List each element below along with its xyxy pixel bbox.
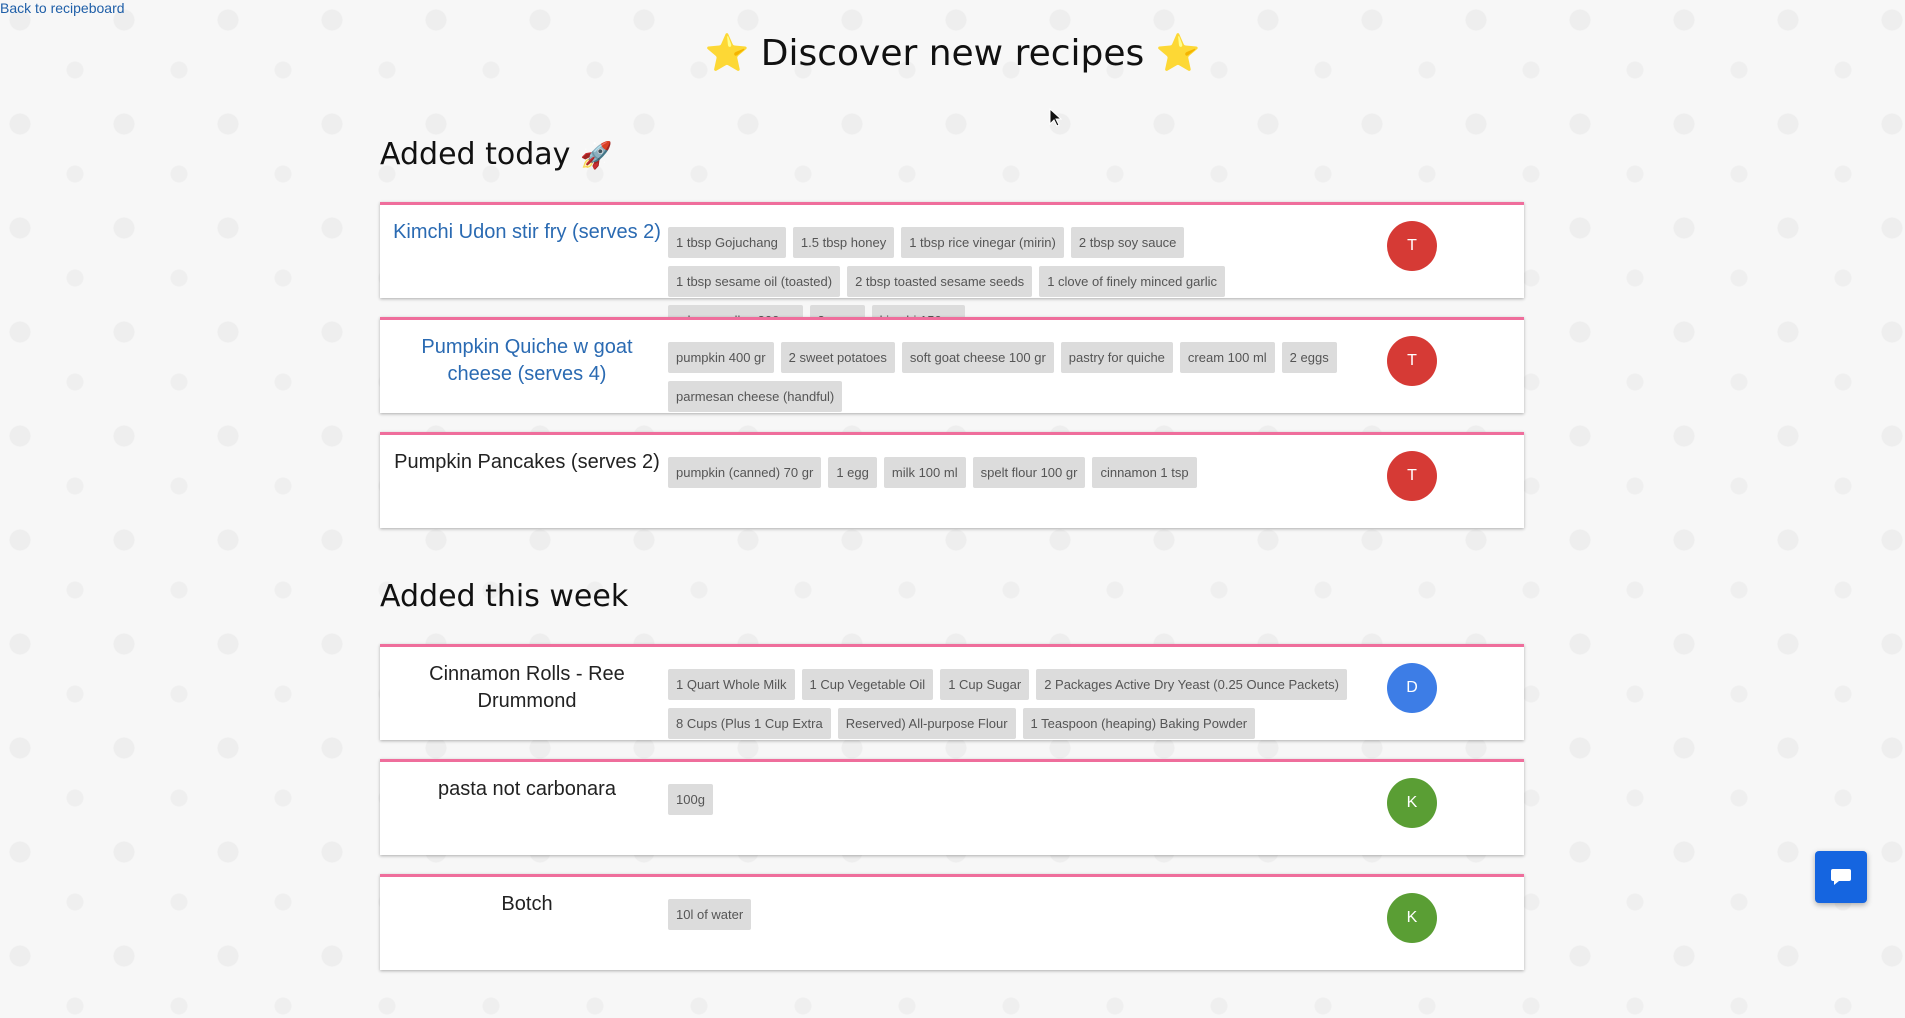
ingredient-tag: spelt flour 100 gr (972, 457, 1086, 488)
ingredient-tag: pumpkin 400 gr (668, 342, 774, 373)
ingredient-tags: pumpkin (canned) 70 gr 1 egg milk 100 ml sp… (668, 457, 1358, 488)
star-icon-left: ⭐ (704, 33, 750, 74)
ingredient-tag: 2 eggs (1281, 342, 1337, 373)
recipe-card: Cinnamon Rolls - Ree Drummond 1 Quart Who… (380, 644, 1524, 740)
author-avatar[interactable]: D (1387, 663, 1437, 713)
ingredient-tag: 2 tbsp toasted sesame seeds (847, 266, 1033, 297)
recipe-card: Pumpkin Pancakes (serves 2) pumpkin (cann… (380, 432, 1524, 528)
ingredient-tags: 1 Quart Whole Milk 1 Cup Vegetable Oil 1 C… (668, 669, 1358, 739)
ingredient-tag: 1 tbsp Gojuchang (668, 227, 786, 258)
recipe-card: pasta not carbonara 100g K (380, 759, 1524, 855)
ingredient-tag: 8 Cups (Plus 1 Cup Extra (668, 708, 831, 739)
section-title: Added today 🚀 (380, 134, 1524, 176)
ingredient-tag: 10l of water (668, 899, 752, 930)
recipe-section: Added this week Cinnamon Rolls - Ree Drum… (380, 576, 1524, 970)
ingredient-tag: pumpkin (canned) 70 gr (668, 457, 822, 488)
star-icon-right: ⭐ (1155, 33, 1201, 74)
author-avatar[interactable]: T (1387, 221, 1437, 271)
ingredient-tag: 1 Cup Vegetable Oil (801, 669, 934, 700)
ingredient-tag: 1 tbsp rice vinegar (mirin) (901, 227, 1064, 258)
recipe-title: Botch (501, 893, 553, 915)
recipe-card: Pumpkin Quiche w goat cheese (serves 4) p… (380, 317, 1524, 413)
ingredient-tag: 100g (668, 784, 713, 815)
recipe-card: Kimchi Udon stir fry (serves 2) 1 tbsp Go… (380, 202, 1524, 336)
ingredient-tag: pastry for quiche (1060, 342, 1173, 373)
ingredient-tag: 1 egg (828, 457, 877, 488)
recipe-title[interactable]: Pumpkin Quiche w goat cheese (serves 4) (388, 334, 666, 388)
ingredient-tag: cinnamon 1 tsp (1092, 457, 1197, 488)
author-avatar[interactable]: K (1387, 778, 1437, 828)
ingredient-tag: 1 clove of finely minced garlic (1039, 266, 1225, 297)
ingredient-tag: soft goat cheese 100 gr (901, 342, 1054, 373)
author-avatar[interactable]: K (1387, 893, 1437, 943)
recipe-section: Added today 🚀 Kimchi Udon stir fry (serve… (380, 134, 1524, 528)
rocket-icon: 🚀 (579, 141, 613, 171)
author-avatar[interactable]: T (1387, 451, 1437, 501)
recipe-title: Pumpkin Pancakes (serves 2) (394, 451, 660, 473)
recipe-title: pasta not carbonara (438, 778, 616, 800)
ingredient-tag: 1.5 tbsp honey (792, 227, 895, 258)
recipe-list: Kimchi Udon stir fry (serves 2) 1 tbsp Go… (380, 202, 1524, 528)
recipe-title: Cinnamon Rolls - Ree Drummond (429, 663, 625, 712)
ingredient-tag: 2 sweet potatoes (780, 342, 895, 373)
ingredient-tag: milk 100 ml (883, 457, 966, 488)
page-title: ⭐ Discover new recipes ⭐ (0, 32, 1905, 74)
recipe-sections: Added today 🚀 Kimchi Udon stir fry (serve… (380, 134, 1524, 1018)
recipe-title[interactable]: Kimchi Udon stir fry (serves 2) (388, 219, 666, 246)
section-title: Added this week (380, 576, 1524, 618)
mouse-cursor-icon (1049, 108, 1063, 127)
ingredient-tag: 1 Teaspoon (heaping) Baking Powder (1022, 708, 1256, 739)
ingredient-tags: pumpkin 400 gr 2 sweet potatoes soft goat … (668, 342, 1358, 412)
ingredient-tag: 2 tbsp soy sauce (1070, 227, 1185, 258)
ingredient-tags: 10l of water (668, 899, 1358, 930)
recipe-list: Cinnamon Rolls - Ree Drummond 1 Quart Who… (380, 644, 1524, 970)
back-to-recipeboard-link[interactable]: Back to recipeboard (0, 0, 125, 16)
ingredient-tag: cream 100 ml (1179, 342, 1275, 373)
ingredient-tag: 1 Cup Sugar (940, 669, 1030, 700)
ingredient-tag: Reserved) All-purpose Flour (837, 708, 1016, 739)
chat-bubble-icon (1831, 869, 1851, 885)
ingredient-tags: 100g (668, 784, 1358, 815)
author-avatar[interactable]: T (1387, 336, 1437, 386)
ingredient-tag: 2 Packages Active Dry Yeast (0.25 Ounce … (1036, 669, 1348, 700)
section-title-text: Added this week (380, 579, 629, 614)
ingredient-tag: parmesan cheese (handful) (668, 381, 843, 412)
section-title-text: Added today (380, 137, 571, 172)
page-title-text: Discover new recipes (760, 33, 1145, 74)
chat-button[interactable] (1815, 851, 1867, 903)
ingredient-tag: 1 tbsp sesame oil (toasted) (668, 266, 841, 297)
recipe-card: Botch 10l of water K (380, 874, 1524, 970)
ingredient-tag: 1 Quart Whole Milk (668, 669, 795, 700)
